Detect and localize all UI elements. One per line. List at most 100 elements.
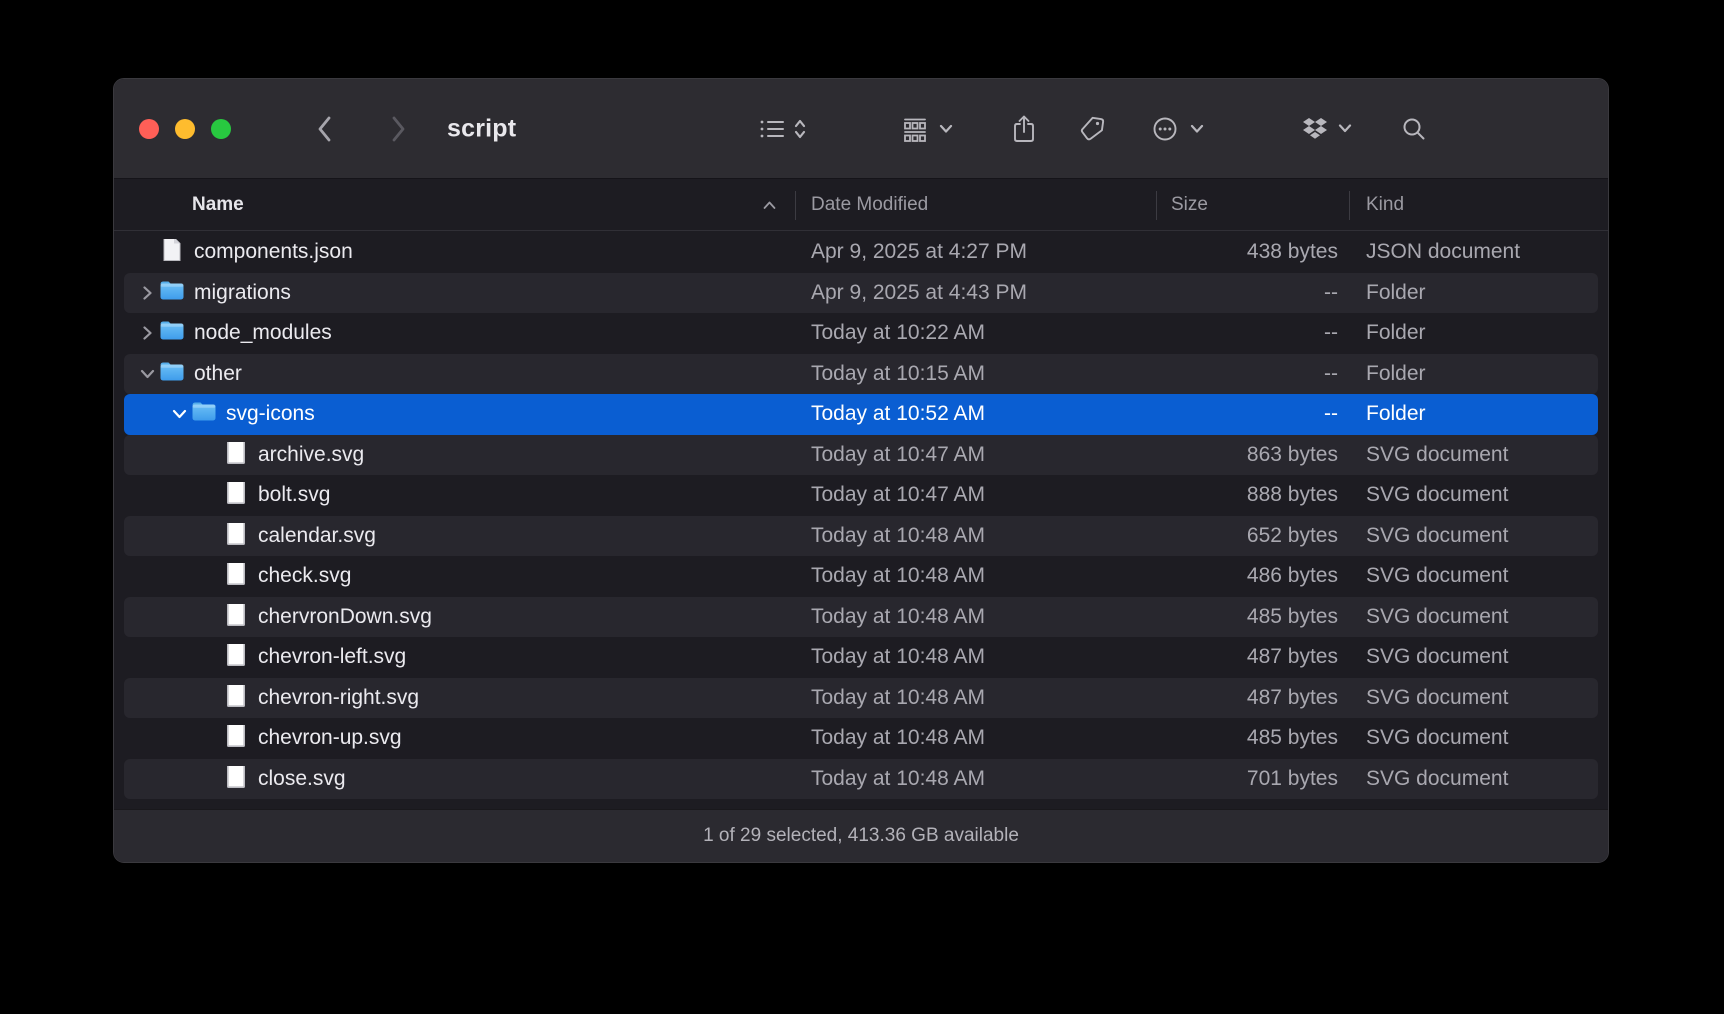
svg-document-icon <box>226 644 246 670</box>
svg-document-icon <box>226 523 246 549</box>
column-header-date-modified[interactable]: Date Modified <box>795 179 1156 230</box>
file-name: node_modules <box>194 321 332 345</box>
file-name: migrations <box>194 281 291 305</box>
chevron-down-icon <box>1338 124 1352 134</box>
chevron-down-icon <box>1190 124 1204 134</box>
status-bar: 1 of 29 selected, 413.36 GB available <box>114 809 1608 862</box>
table-row[interactable]: node_modules Today at 10:22 AM -- Folder <box>124 313 1598 354</box>
table-row[interactable]: other Today at 10:15 AM -- Folder <box>124 354 1598 395</box>
chevron-right-icon <box>390 115 406 143</box>
file-icon <box>223 725 249 751</box>
file-name: archive.svg <box>258 443 364 467</box>
file-date-modified: Today at 10:48 AM <box>795 524 1156 548</box>
disclosure-triangle-icon[interactable] <box>138 324 156 342</box>
table-row[interactable]: chervronDown.svg Today at 10:48 AM 485 b… <box>124 597 1598 638</box>
tag-icon <box>1079 115 1107 143</box>
file-date-modified: Today at 10:48 AM <box>795 605 1156 629</box>
file-kind: Folder <box>1349 402 1598 426</box>
file-date-modified: Today at 10:52 AM <box>795 402 1156 426</box>
file-date-modified: Apr 9, 2025 at 4:43 PM <box>795 281 1156 305</box>
share-icon <box>1011 114 1037 144</box>
file-date-modified: Today at 10:48 AM <box>795 686 1156 710</box>
more-actions-button[interactable] <box>1152 116 1204 142</box>
file-size: -- <box>1156 402 1349 426</box>
table-row[interactable]: archive.svg Today at 10:47 AM 863 bytes … <box>124 435 1598 476</box>
close-window-button[interactable] <box>139 119 159 139</box>
file-icon <box>159 239 185 265</box>
table-row[interactable]: svg-icons Today at 10:52 AM -- Folder <box>124 394 1598 435</box>
share-button[interactable] <box>1011 114 1037 144</box>
file-kind: SVG document <box>1349 686 1598 710</box>
file-name: close.svg <box>258 767 346 791</box>
file-name: chevron-left.svg <box>258 645 406 669</box>
table-row[interactable]: bolt.svg Today at 10:47 AM 888 bytes SVG… <box>124 475 1598 516</box>
file-size: 485 bytes <box>1156 605 1349 629</box>
file-name: components.json <box>194 240 353 264</box>
file-size: 485 bytes <box>1156 726 1349 750</box>
file-date-modified: Today at 10:48 AM <box>795 767 1156 791</box>
disclosure-triangle-icon[interactable] <box>138 284 156 302</box>
file-name: other <box>194 362 242 386</box>
chevron-left-icon <box>317 115 333 143</box>
table-row[interactable]: calendar.svg Today at 10:48 AM 652 bytes… <box>124 516 1598 557</box>
svg-document-icon <box>226 563 246 589</box>
table-row[interactable]: components.json Apr 9, 2025 at 4:27 PM 4… <box>124 232 1598 273</box>
column-header-name[interactable]: Name <box>124 179 795 230</box>
svg-document-icon <box>226 725 246 751</box>
minimize-window-button[interactable] <box>175 119 195 139</box>
file-date-modified: Today at 10:48 AM <box>795 726 1156 750</box>
table-row[interactable]: chevron-right.svg Today at 10:48 AM 487 … <box>124 678 1598 719</box>
file-kind: SVG document <box>1349 767 1598 791</box>
traffic-lights <box>139 119 231 139</box>
tag-button[interactable] <box>1079 115 1107 143</box>
file-icon <box>223 685 249 711</box>
dropbox-button[interactable] <box>1302 117 1352 140</box>
file-kind: JSON document <box>1349 240 1598 264</box>
file-icon <box>223 442 249 468</box>
file-date-modified: Today at 10:48 AM <box>795 564 1156 588</box>
view-as-list-button[interactable] <box>759 116 807 142</box>
file-kind: Folder <box>1349 321 1598 345</box>
file-size: -- <box>1156 281 1349 305</box>
search-button[interactable] <box>1401 116 1427 142</box>
forward-button[interactable] <box>390 115 406 143</box>
file-size: 888 bytes <box>1156 483 1349 507</box>
document-icon <box>162 239 182 265</box>
file-kind: Folder <box>1349 281 1598 305</box>
svg-document-icon <box>226 482 246 508</box>
table-row[interactable]: check.svg Today at 10:48 AM 486 bytes SV… <box>124 556 1598 597</box>
table-row[interactable]: chevron-up.svg Today at 10:48 AM 485 byt… <box>124 718 1598 759</box>
column-header-kind[interactable]: Kind <box>1349 179 1598 230</box>
file-size: -- <box>1156 321 1349 345</box>
file-icon <box>223 482 249 508</box>
file-icon <box>159 320 185 346</box>
file-icon <box>159 280 185 306</box>
file-date-modified: Today at 10:48 AM <box>795 645 1156 669</box>
finder-window: script <box>113 78 1609 863</box>
disclosure-triangle-icon[interactable] <box>170 405 188 423</box>
file-icon <box>223 523 249 549</box>
file-name: svg-icons <box>226 402 315 426</box>
file-name: bolt.svg <box>258 483 330 507</box>
group-by-button[interactable] <box>901 116 953 142</box>
search-icon <box>1401 116 1427 142</box>
file-kind: Folder <box>1349 362 1598 386</box>
back-button[interactable] <box>317 115 333 143</box>
file-icon <box>223 563 249 589</box>
group-view-icon <box>901 116 929 142</box>
table-row[interactable]: migrations Apr 9, 2025 at 4:43 PM -- Fol… <box>124 273 1598 314</box>
file-size: 863 bytes <box>1156 443 1349 467</box>
toolbar: script <box>114 79 1608 179</box>
file-kind: SVG document <box>1349 483 1598 507</box>
zoom-window-button[interactable] <box>211 119 231 139</box>
ellipsis-circle-icon <box>1152 116 1178 142</box>
column-header-size[interactable]: Size <box>1156 179 1349 230</box>
file-list: components.json Apr 9, 2025 at 4:27 PM 4… <box>114 231 1608 812</box>
file-icon <box>159 361 185 387</box>
table-row[interactable]: chevron-left.svg Today at 10:48 AM 487 b… <box>124 637 1598 678</box>
file-size: -- <box>1156 362 1349 386</box>
file-kind: SVG document <box>1349 524 1598 548</box>
table-row[interactable]: close.svg Today at 10:48 AM 701 bytes SV… <box>124 759 1598 800</box>
disclosure-triangle-icon[interactable] <box>138 365 156 383</box>
file-name: chervronDown.svg <box>258 605 432 629</box>
